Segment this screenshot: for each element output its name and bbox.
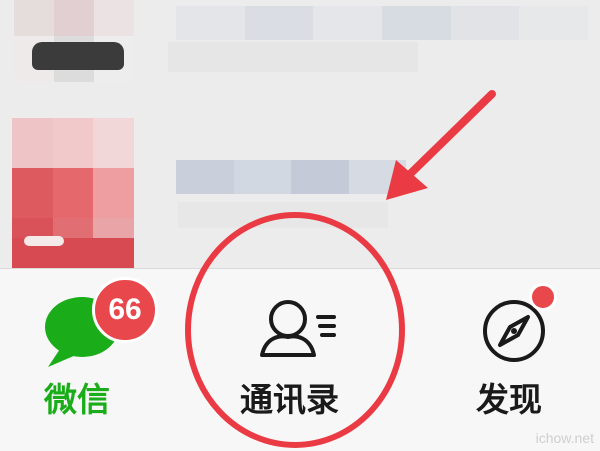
new-dot-badge xyxy=(529,283,557,311)
avatar xyxy=(12,118,134,268)
pixelated-message-preview xyxy=(178,202,388,228)
pixelated-message-title xyxy=(176,6,589,40)
pixelated-message-title xyxy=(176,160,406,194)
chat-list-item[interactable] xyxy=(0,118,600,270)
unread-badge: 66 xyxy=(92,277,158,343)
avatar-shape xyxy=(24,236,64,246)
compass-icon xyxy=(483,300,545,362)
pixelated-message-preview xyxy=(168,42,418,72)
chat-list-item[interactable] xyxy=(0,0,600,88)
tab-label: 发现 xyxy=(476,380,542,419)
tab-discover[interactable]: 发现 xyxy=(430,269,600,451)
bottom-tab-bar: 66 微信 通讯录 发现 xyxy=(0,268,600,451)
tab-label: 微信 xyxy=(44,380,110,419)
avatar xyxy=(14,0,134,82)
tab-label: 通讯录 xyxy=(240,380,339,419)
watermark: ichow.net xyxy=(535,430,594,446)
chat-list xyxy=(0,0,600,268)
avatar-shape xyxy=(32,42,124,70)
tab-contacts[interactable]: 通讯录 xyxy=(210,269,400,451)
tab-chats[interactable]: 66 微信 xyxy=(0,269,190,451)
contacts-icon xyxy=(260,300,336,357)
